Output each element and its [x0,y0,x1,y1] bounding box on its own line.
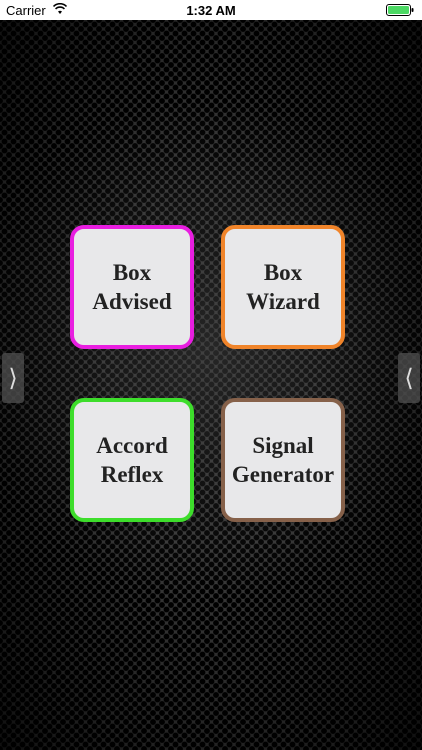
tile-label-line1: Accord [96,433,168,458]
tile-label-line1: Signal [252,433,314,458]
right-drawer-handle[interactable]: ⟨ [398,353,420,403]
box-wizard-button[interactable]: Box Wizard [221,225,345,349]
signal-generator-button[interactable]: Signal Generator [221,398,345,522]
tile-label-line2: Wizard [246,289,320,314]
chevron-left-icon: ⟨ [404,364,414,392]
left-drawer-handle[interactable]: ⟩ [2,353,24,403]
main-screen: ⟩ ⟨ Box Advised Box Wizard Accord Reflex… [0,20,422,750]
tile-label-line2: Advised [92,289,172,314]
status-bar: Carrier 1:32 AM [0,0,422,20]
tile-label-line2: Reflex [100,462,164,487]
battery-icon [386,4,414,16]
tile-label-line1: Box [112,260,152,285]
clock: 1:32 AM [186,3,236,18]
tile-label-line1: Box [263,260,303,285]
tile-label-line2: Generator [231,462,335,487]
box-advised-button[interactable]: Box Advised [70,225,194,349]
chevron-right-icon: ⟩ [8,364,18,392]
speaker-grill-background [0,20,422,750]
accord-reflex-button[interactable]: Accord Reflex [70,398,194,522]
